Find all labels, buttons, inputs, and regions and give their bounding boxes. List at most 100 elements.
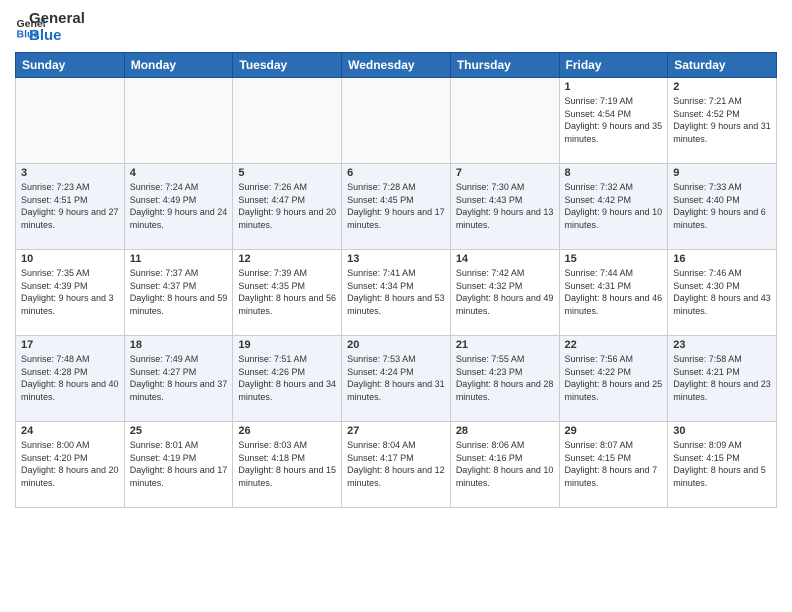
day-cell-15: 15 Sunrise: 7:44 AM Sunset: 4:31 PM Dayli… — [559, 250, 668, 336]
page: General Blue General Blue SundayMondayTu… — [0, 0, 792, 612]
day-cell-7: 7Sunrise: 7:30 AM Sunset: 4:43 PM Daylig… — [450, 164, 559, 250]
day-info: Sunrise: 7:35 AM Sunset: 4:39 PM Dayligh… — [21, 267, 119, 317]
day-info: Sunrise: 8:04 AM Sunset: 4:17 PM Dayligh… — [347, 439, 445, 489]
day-info: Sunrise: 7:46 AM Sunset: 4:30 PM Dayligh… — [673, 267, 771, 317]
day-cell-8: 8 Sunrise: 7:32 AM Sunset: 4:42 PM Daylig… — [559, 164, 668, 250]
week-row-2: 3 Sunrise: 7:23 AM Sunset: 4:51 PM Daylig… — [16, 164, 777, 250]
weekday-header-tuesday: Tuesday — [233, 53, 342, 78]
day-cell-6: 6 Sunrise: 7:28 AM Sunset: 4:45 PM Daylig… — [342, 164, 451, 250]
day-cell-4: 4 Sunrise: 7:24 AM Sunset: 4:49 PM Daylig… — [124, 164, 233, 250]
day-info: Sunrise: 7:19 AM Sunset: 4:54 PM Dayligh… — [565, 95, 663, 145]
day-cell-29: 29Sunrise: 8:07 AM Sunset: 4:15 PM Dayli… — [559, 422, 668, 508]
day-info: Sunrise: 8:06 AM Sunset: 4:16 PM Dayligh… — [456, 439, 554, 489]
day-info: Sunrise: 7:21 AM Sunset: 4:52 PM Dayligh… — [673, 95, 771, 145]
day-info: Sunrise: 7:32 AM Sunset: 4:42 PM Dayligh… — [565, 181, 663, 231]
day-info: Sunrise: 8:01 AM Sunset: 4:19 PM Dayligh… — [130, 439, 228, 489]
day-cell-1: 1 Sunrise: 7:19 AM Sunset: 4:54 PM Daylig… — [559, 78, 668, 164]
day-number: 7 — [456, 167, 554, 179]
weekday-header-row: SundayMondayTuesdayWednesdayThursdayFrid… — [16, 53, 777, 78]
day-number: 8 — [565, 167, 663, 179]
day-cell-26: 26 Sunrise: 8:03 AM Sunset: 4:18 PM Dayli… — [233, 422, 342, 508]
day-number: 2 — [673, 81, 771, 93]
day-cell-25: 25Sunrise: 8:01 AM Sunset: 4:19 PM Dayli… — [124, 422, 233, 508]
day-cell-2: 2 Sunrise: 7:21 AM Sunset: 4:52 PM Daylig… — [668, 78, 777, 164]
day-info: Sunrise: 7:37 AM Sunset: 4:37 PM Dayligh… — [130, 267, 228, 317]
day-cell-30: 30 Sunrise: 8:09 AM Sunset: 4:15 PM Dayli… — [668, 422, 777, 508]
weekday-header-saturday: Saturday — [668, 53, 777, 78]
day-number: 19 — [238, 339, 336, 351]
day-info: Sunrise: 7:49 AM Sunset: 4:27 PM Dayligh… — [130, 353, 228, 403]
day-number: 5 — [238, 167, 336, 179]
logo-line2: Blue — [29, 27, 85, 44]
week-row-4: 17Sunrise: 7:48 AM Sunset: 4:28 PM Dayli… — [16, 336, 777, 422]
day-info: Sunrise: 7:28 AM Sunset: 4:45 PM Dayligh… — [347, 181, 445, 231]
week-row-3: 10 Sunrise: 7:35 AM Sunset: 4:39 PM Dayli… — [16, 250, 777, 336]
day-number: 15 — [565, 253, 663, 265]
empty-cell — [16, 78, 125, 164]
day-info: Sunrise: 7:58 AM Sunset: 4:21 PM Dayligh… — [673, 353, 771, 403]
day-cell-9: 9 Sunrise: 7:33 AM Sunset: 4:40 PM Daylig… — [668, 164, 777, 250]
day-number: 6 — [347, 167, 445, 179]
day-number: 4 — [130, 167, 228, 179]
day-number: 17 — [21, 339, 119, 351]
day-number: 3 — [21, 167, 119, 179]
day-number: 12 — [238, 253, 336, 265]
day-cell-22: 22Sunrise: 7:56 AM Sunset: 4:22 PM Dayli… — [559, 336, 668, 422]
day-number: 30 — [673, 425, 771, 437]
day-number: 28 — [456, 425, 554, 437]
empty-cell — [124, 78, 233, 164]
day-info: Sunrise: 8:09 AM Sunset: 4:15 PM Dayligh… — [673, 439, 771, 489]
day-number: 10 — [21, 253, 119, 265]
day-cell-16: 16 Sunrise: 7:46 AM Sunset: 4:30 PM Dayli… — [668, 250, 777, 336]
day-info: Sunrise: 7:51 AM Sunset: 4:26 PM Dayligh… — [238, 353, 336, 403]
day-info: Sunrise: 7:23 AM Sunset: 4:51 PM Dayligh… — [21, 181, 119, 231]
day-number: 26 — [238, 425, 336, 437]
day-info: Sunrise: 7:33 AM Sunset: 4:40 PM Dayligh… — [673, 181, 771, 231]
day-info: Sunrise: 7:53 AM Sunset: 4:24 PM Dayligh… — [347, 353, 445, 403]
day-number: 23 — [673, 339, 771, 351]
weekday-header-monday: Monday — [124, 53, 233, 78]
empty-cell — [342, 78, 451, 164]
day-cell-17: 17Sunrise: 7:48 AM Sunset: 4:28 PM Dayli… — [16, 336, 125, 422]
day-info: Sunrise: 8:03 AM Sunset: 4:18 PM Dayligh… — [238, 439, 336, 489]
logo-line1: General — [29, 10, 85, 27]
weekday-header-thursday: Thursday — [450, 53, 559, 78]
day-info: Sunrise: 7:42 AM Sunset: 4:32 PM Dayligh… — [456, 267, 554, 317]
day-cell-23: 23 Sunrise: 7:58 AM Sunset: 4:21 PM Dayli… — [668, 336, 777, 422]
week-row-5: 24 Sunrise: 8:00 AM Sunset: 4:20 PM Dayli… — [16, 422, 777, 508]
day-number: 24 — [21, 425, 119, 437]
day-info: Sunrise: 8:07 AM Sunset: 4:15 PM Dayligh… — [565, 439, 663, 489]
empty-cell — [450, 78, 559, 164]
day-cell-24: 24 Sunrise: 8:00 AM Sunset: 4:20 PM Dayli… — [16, 422, 125, 508]
day-cell-27: 27 Sunrise: 8:04 AM Sunset: 4:17 PM Dayli… — [342, 422, 451, 508]
day-info: Sunrise: 7:56 AM Sunset: 4:22 PM Dayligh… — [565, 353, 663, 403]
day-number: 1 — [565, 81, 663, 93]
day-cell-28: 28 Sunrise: 8:06 AM Sunset: 4:16 PM Dayli… — [450, 422, 559, 508]
day-number: 20 — [347, 339, 445, 351]
day-number: 16 — [673, 253, 771, 265]
day-cell-10: 10 Sunrise: 7:35 AM Sunset: 4:39 PM Dayli… — [16, 250, 125, 336]
day-number: 21 — [456, 339, 554, 351]
day-info: Sunrise: 7:44 AM Sunset: 4:31 PM Dayligh… — [565, 267, 663, 317]
calendar: SundayMondayTuesdayWednesdayThursdayFrid… — [15, 52, 777, 508]
header: General Blue General Blue — [15, 10, 777, 44]
day-info: Sunrise: 7:55 AM Sunset: 4:23 PM Dayligh… — [456, 353, 554, 403]
weekday-header-wednesday: Wednesday — [342, 53, 451, 78]
day-cell-14: 14Sunrise: 7:42 AM Sunset: 4:32 PM Dayli… — [450, 250, 559, 336]
day-cell-13: 13 Sunrise: 7:41 AM Sunset: 4:34 PM Dayli… — [342, 250, 451, 336]
day-cell-21: 21 Sunrise: 7:55 AM Sunset: 4:23 PM Dayli… — [450, 336, 559, 422]
day-number: 27 — [347, 425, 445, 437]
day-info: Sunrise: 7:41 AM Sunset: 4:34 PM Dayligh… — [347, 267, 445, 317]
day-info: Sunrise: 7:39 AM Sunset: 4:35 PM Dayligh… — [238, 267, 336, 317]
day-info: Sunrise: 7:24 AM Sunset: 4:49 PM Dayligh… — [130, 181, 228, 231]
day-number: 9 — [673, 167, 771, 179]
weekday-header-friday: Friday — [559, 53, 668, 78]
day-info: Sunrise: 8:00 AM Sunset: 4:20 PM Dayligh… — [21, 439, 119, 489]
day-cell-3: 3 Sunrise: 7:23 AM Sunset: 4:51 PM Daylig… — [16, 164, 125, 250]
week-row-1: 1 Sunrise: 7:19 AM Sunset: 4:54 PM Daylig… — [16, 78, 777, 164]
day-number: 13 — [347, 253, 445, 265]
day-cell-5: 5Sunrise: 7:26 AM Sunset: 4:47 PM Daylig… — [233, 164, 342, 250]
weekday-header-sunday: Sunday — [16, 53, 125, 78]
day-cell-12: 12 Sunrise: 7:39 AM Sunset: 4:35 PM Dayli… — [233, 250, 342, 336]
day-cell-11: 11Sunrise: 7:37 AM Sunset: 4:37 PM Dayli… — [124, 250, 233, 336]
